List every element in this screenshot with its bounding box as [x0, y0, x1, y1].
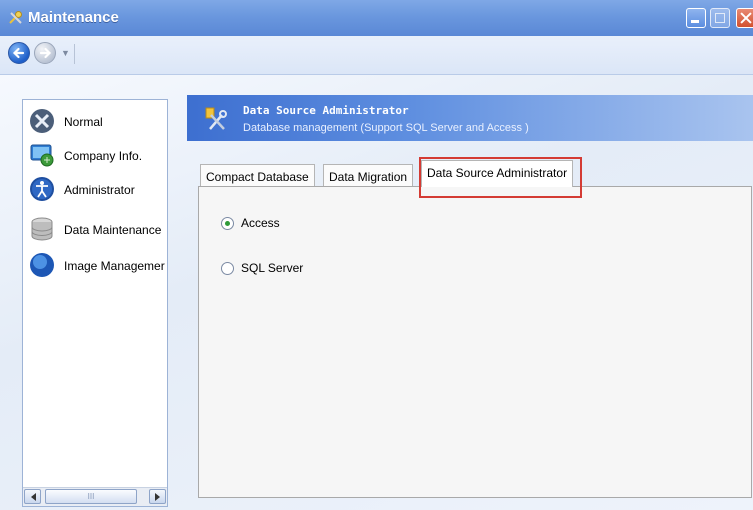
sidebar-item-company-info[interactable]: Company Info. — [29, 142, 169, 170]
page-subtitle: Database management (Support SQL Server … — [243, 122, 529, 134]
navigation-bar: ▼ — [0, 36, 753, 75]
history-dropdown-icon[interactable]: ▼ — [61, 48, 70, 58]
accessibility-icon — [30, 177, 54, 201]
globe-icon — [30, 253, 54, 277]
computer-icon — [30, 144, 54, 167]
close-button[interactable] — [736, 8, 753, 28]
header-banner: Data Source Administrator Database manag… — [187, 95, 753, 141]
sidebar-item-normal[interactable]: Normal — [29, 108, 169, 136]
scroll-left-button[interactable] — [24, 489, 41, 504]
sidebar-item-label: Image Managemer — [64, 259, 165, 273]
radio-label: SQL Server — [241, 261, 304, 275]
page-title: Data Source Administrator — [243, 104, 409, 117]
minimize-button[interactable] — [686, 8, 706, 28]
radio-button[interactable] — [221, 217, 234, 230]
forward-arrow-icon — [39, 47, 52, 59]
maximize-button[interactable] — [710, 8, 730, 28]
sidebar-item-image-management[interactable]: Image Managemer — [29, 252, 169, 280]
maintenance-icon — [9, 11, 22, 24]
tab-compact-database[interactable]: Compact Database — [200, 164, 315, 186]
sidebar-item-label: Data Maintenance — [64, 223, 162, 237]
sidebar-item-label: Normal — [64, 115, 103, 129]
forward-button[interactable] — [34, 42, 56, 64]
back-button[interactable] — [8, 42, 30, 64]
sidebar-item-administrator[interactable]: Administrator — [29, 176, 169, 204]
title-bar: Maintenance — [0, 0, 753, 36]
data-source-tools-icon — [205, 107, 227, 130]
radio-button[interactable] — [221, 262, 234, 275]
content-area: Normal Company Info. Administrator Data … — [0, 75, 753, 510]
tools-icon — [30, 109, 54, 133]
horizontal-scrollbar[interactable]: III — [23, 487, 167, 506]
window-title: Maintenance — [28, 9, 119, 26]
sidebar-item-label: Company Info. — [64, 149, 143, 163]
sidebar-item-data-maintenance[interactable]: Data Maintenance — [29, 216, 169, 244]
nav-separator — [74, 44, 75, 64]
tab-data-migration[interactable]: Data Migration — [323, 164, 414, 186]
database-icon — [31, 217, 53, 241]
tab-page: Access SQL Server — [198, 186, 752, 498]
scroll-thumb[interactable]: III — [45, 489, 137, 504]
back-arrow-icon — [12, 47, 25, 59]
radio-label: Access — [241, 216, 280, 230]
scroll-right-button[interactable] — [149, 489, 166, 504]
sidebar-item-label: Administrator — [64, 183, 135, 197]
left-nav-panel: Normal Company Info. Administrator Data … — [22, 99, 168, 507]
tab-data-source-administrator[interactable]: Data Source Administrator — [421, 160, 574, 187]
